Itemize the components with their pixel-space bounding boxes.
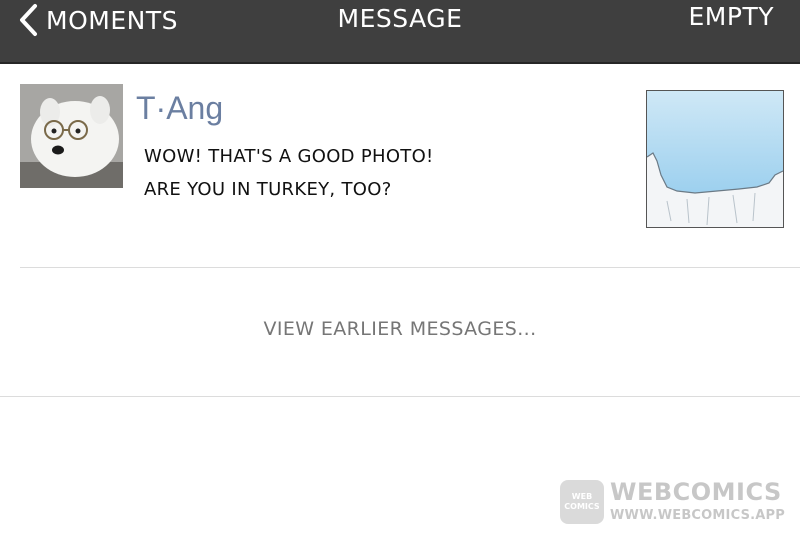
top-navigation-bar: MOMENTS MESSAGE EMPTY [0,0,800,64]
empty-button[interactable]: EMPTY [689,2,774,31]
watermark-url: WWW.WEBCOMICS.APP [610,508,785,523]
message-text-line-2: ARE YOU IN TURKEY, TOO? [144,179,392,200]
divider [20,267,800,268]
page-title: MESSAGE [337,4,463,33]
view-earlier-messages-link[interactable]: VIEW EARLIER MESSAGES... [0,318,800,340]
watermark: WEB COMICS WEBCOMICS WWW.WEBCOMICS.APP [560,478,785,528]
message-text-line-1: WOW! THAT'S A GOOD PHOTO! [144,146,434,167]
sender-name[interactable]: T·Ang [136,90,223,127]
watermark-brand: WEBCOMICS [610,478,782,506]
snowy-landscape-photo-icon [647,91,783,227]
message-screen: MOMENTS MESSAGE EMPTY T·Ang WOW! THAT'S … [0,0,800,560]
divider [0,396,800,397]
avatar[interactable] [20,84,123,188]
message-list-item[interactable]: T·Ang WOW! THAT'S A GOOD PHOTO! ARE YOU … [20,84,800,268]
webcomics-logo-icon: WEB COMICS [560,480,604,524]
photo-thumbnail[interactable] [646,90,784,228]
dog-with-glasses-avatar-icon [20,84,123,188]
